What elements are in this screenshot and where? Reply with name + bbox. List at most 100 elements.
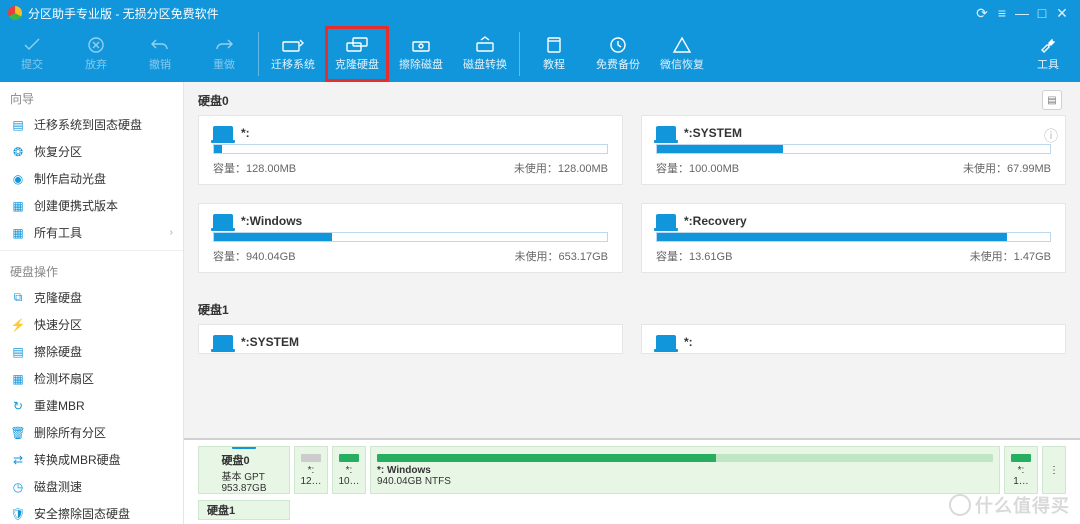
portable-icon: ▦	[10, 198, 26, 214]
sidebar-item-label: 恢复分区	[34, 143, 82, 160]
partition-card[interactable]: *:Windows 容量：940.04GB未使用：653.17GB	[198, 203, 623, 273]
main-toolbar: 提交 放弃 撤销 重做 迁移系统 克隆硬盘 擦除磁盘 磁盘转换 教程 免费备份 …	[0, 26, 1080, 82]
partition-block-windows[interactable]: *: Windows 940.04GB NTFS	[370, 446, 1000, 494]
sidebar-item-alltools[interactable]: ▦所有工具›	[0, 219, 183, 246]
discard-button[interactable]: 放弃	[64, 26, 128, 82]
sidebar-item-label: 安全擦除固态硬盘	[34, 505, 130, 522]
partition-block[interactable]: *:1…	[1004, 446, 1038, 494]
sidebar-item-badsector[interactable]: ▦ 检测坏扇区	[0, 365, 183, 392]
redo-button[interactable]: 重做	[192, 26, 256, 82]
disk1-title: 硬盘1	[198, 297, 1066, 324]
sidebar-item-convertmbr[interactable]: ⇄ 转换成MBR硬盘	[0, 446, 183, 473]
sidebar-item-label: 所有工具	[34, 224, 82, 241]
backup-button[interactable]: 免费备份	[586, 26, 650, 82]
disk-convert-button[interactable]: 磁盘转换	[453, 26, 517, 82]
sidebar-item-bootdisc[interactable]: ◉ 制作启动光盘	[0, 165, 183, 192]
disk1-partitions: *:SYSTEM *:	[198, 324, 1066, 354]
sidebar-item-label: 快速分区	[34, 316, 82, 333]
submit-button[interactable]: 提交	[0, 26, 64, 82]
sidebar-item-rebuildmbr[interactable]: ↻重建MBR	[0, 392, 183, 419]
menu-button[interactable]: ≡	[992, 5, 1012, 21]
sidebar-item-quick[interactable]: ⚡ 快速分区	[0, 311, 183, 338]
trash-icon: 🗑	[10, 425, 26, 441]
info-icon[interactable]: ⓘ	[1044, 126, 1058, 146]
title-bar: 分区助手专业版 - 无损分区免费软件 ⟳ ≡ — □ ✕	[0, 0, 1080, 26]
sidebar-item-label: 检测坏扇区	[34, 370, 94, 387]
sidebar-item-label: 擦除硬盘	[34, 343, 82, 360]
free-label: 未使用：128.00MB	[514, 160, 608, 176]
sidebar-item-recover[interactable]: ❂恢复分区	[0, 138, 183, 165]
book-icon	[542, 36, 566, 54]
drive-icon	[656, 126, 676, 140]
wipe-disk-button[interactable]: 擦除磁盘	[389, 26, 453, 82]
undo-button[interactable]: 撤销	[128, 26, 192, 82]
free-label: 未使用：1.47GB	[970, 248, 1051, 264]
partition-name: *:Recovery	[684, 214, 747, 228]
backup-icon	[606, 36, 630, 54]
disk0-summary-block[interactable]: 硬盘0 基本 GPT 953.87GB	[198, 446, 290, 494]
minimize-button[interactable]: —	[1012, 5, 1032, 21]
capacity-label: 容量：940.04GB	[213, 248, 296, 264]
sidebar-item-label: 磁盘测速	[34, 478, 82, 495]
disc-icon: ◉	[10, 171, 26, 187]
sidebar-item-clone[interactable]: ⧉克隆硬盘	[0, 284, 183, 311]
scan-icon: ▦	[10, 371, 26, 387]
watermark: 什么值得买	[949, 492, 1070, 518]
partition-sub: 940.04GB NTFS	[377, 476, 993, 487]
sidebar-item-portable[interactable]: ▦ 创建便携式版本	[0, 192, 183, 219]
disk1-summary-block[interactable]: 硬盘1	[198, 500, 290, 520]
maximize-button[interactable]: □	[1032, 5, 1052, 21]
check-icon	[20, 36, 44, 54]
sidebar-item-label: 删除所有分区	[34, 424, 106, 441]
sidebar-item-label: 制作启动光盘	[34, 170, 106, 187]
partition-name: *:	[684, 335, 693, 349]
bolt-icon: ⚡	[10, 317, 26, 333]
close-button[interactable]: ✕	[1052, 5, 1072, 22]
drive-icon	[213, 214, 233, 228]
usage-bar	[213, 232, 608, 242]
sidebar-item-speed[interactable]: ◷磁盘测速	[0, 473, 183, 500]
clone-icon	[345, 36, 369, 54]
disk-map-strip: 硬盘0 基本 GPT 953.87GB *:12… *:10… *: Windo…	[184, 438, 1080, 524]
partition-name: *:SYSTEM	[241, 335, 299, 349]
sidebar-item-secureerase[interactable]: 🛡安全擦除固态硬盘	[0, 500, 183, 524]
disk0-partitions: *: 容量：128.00MB未使用：128.00MB *:SYSTEM 容量：1…	[198, 115, 1066, 273]
migrate-system-button[interactable]: 迁移系统	[261, 26, 325, 82]
convert-icon: ⇄	[10, 452, 26, 468]
capacity-label: 容量：128.00MB	[213, 160, 296, 176]
partition-card[interactable]: *: 容量：128.00MB未使用：128.00MB	[198, 115, 623, 185]
sidebar-section-disk: 硬盘操作	[0, 255, 183, 284]
clone-disk-button[interactable]: 克隆硬盘	[325, 26, 389, 82]
migrate-icon	[281, 36, 305, 54]
wipe-icon	[409, 36, 433, 54]
sidebar-item-deleteall[interactable]: 🗑 删除所有分区	[0, 419, 183, 446]
partition-block[interactable]: *:10…	[332, 446, 366, 494]
undo-icon	[148, 36, 172, 54]
free-label: 未使用：67.99MB	[963, 160, 1051, 176]
partition-card[interactable]: *:Recovery 容量：13.61GB未使用：1.47GB	[641, 203, 1066, 273]
drive-icon	[213, 335, 233, 349]
sidebar-item-label: 转换成MBR硬盘	[34, 451, 121, 468]
mbr-icon: ↻	[10, 398, 26, 414]
view-toggle-button[interactable]: ▤	[1042, 90, 1062, 110]
partition-name: *: Windows	[377, 465, 993, 476]
wechat-recover-button[interactable]: 微信恢复	[650, 26, 714, 82]
refresh-button[interactable]: ⟳	[972, 5, 992, 22]
sidebar-item-label: 创建便携式版本	[34, 197, 118, 214]
sidebar-item-migrate-ssd[interactable]: ▤迁移系统到固态硬盘	[0, 111, 183, 138]
convert-icon	[473, 36, 497, 54]
partition-card[interactable]: *:SYSTEM	[198, 324, 623, 354]
disk-name: 硬盘0	[221, 452, 266, 468]
partition-block[interactable]: *:12…	[294, 446, 328, 494]
app-title: 分区助手专业版 - 无损分区免费软件	[28, 5, 219, 22]
tools-button[interactable]: 工具	[1016, 26, 1080, 82]
partition-name: *:SYSTEM	[684, 126, 742, 140]
wrench-icon	[1036, 36, 1060, 54]
tutorial-button[interactable]: 教程	[522, 26, 586, 82]
redo-icon	[212, 36, 236, 54]
sidebar-item-erase[interactable]: ▤擦除硬盘	[0, 338, 183, 365]
partition-card[interactable]: *:	[641, 324, 1066, 354]
strip-menu-button[interactable]: ⋮	[1042, 446, 1066, 494]
partition-card[interactable]: *:SYSTEM 容量：100.00MB未使用：67.99MB	[641, 115, 1066, 185]
partition-name: *:Windows	[241, 214, 302, 228]
